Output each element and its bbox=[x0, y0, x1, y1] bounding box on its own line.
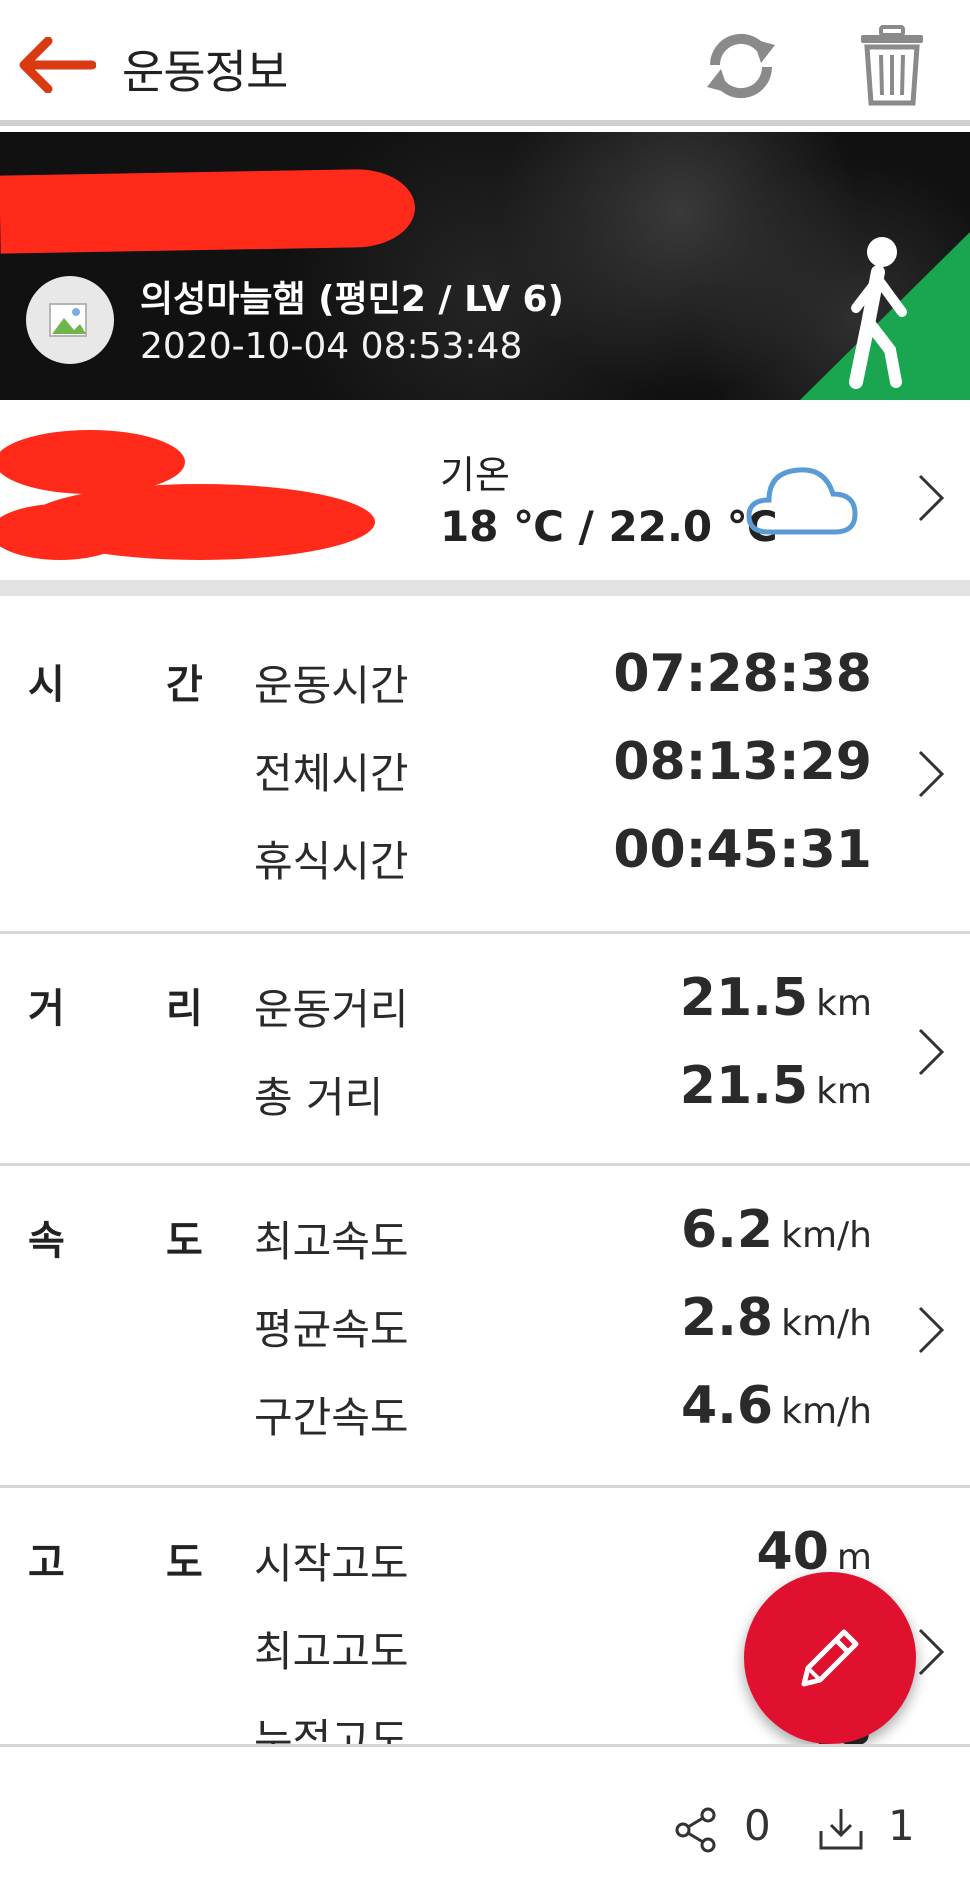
row-value: 2.8 km/h bbox=[681, 1288, 872, 1348]
avatar[interactable] bbox=[26, 276, 114, 364]
row-value: 21.5 km bbox=[679, 1056, 872, 1116]
row-value: 08:13:29 bbox=[613, 732, 872, 792]
activity-banner: 의성마늘햄 (평민2 / LV 6) 2020-10-04 08:53:48 bbox=[0, 132, 970, 400]
row-label: 최고속도 bbox=[254, 1217, 409, 1266]
refresh-button[interactable] bbox=[700, 28, 782, 104]
speed-section[interactable]: 속 도 최고속도 6.2 km/h 평균속도 2.8 km/h 구간속도 4.6 km… bbox=[0, 1166, 970, 1488]
download-count: 1 bbox=[888, 1801, 915, 1850]
row-label: 평균속도 bbox=[254, 1305, 409, 1354]
row-label: 구간속도 bbox=[254, 1393, 409, 1442]
share-count: 0 bbox=[744, 1801, 771, 1850]
section-category: 속 bbox=[28, 1218, 65, 1264]
redaction-mark bbox=[0, 430, 375, 560]
image-placeholder-icon bbox=[49, 303, 87, 337]
row-label: 총 거리 bbox=[254, 1073, 384, 1122]
section-category: 시 bbox=[28, 662, 65, 708]
delete-button[interactable] bbox=[854, 22, 930, 110]
page-title: 운동정보 bbox=[122, 45, 288, 99]
redaction-mark bbox=[0, 168, 416, 254]
edit-button[interactable] bbox=[744, 1572, 916, 1744]
section-category: 거 bbox=[28, 986, 65, 1032]
back-button[interactable] bbox=[18, 30, 98, 100]
section-category: 리 bbox=[166, 986, 203, 1032]
section-category: 간 bbox=[166, 662, 203, 708]
chevron-right-icon[interactable] bbox=[914, 1026, 948, 1078]
row-label: 최고고도 bbox=[254, 1627, 409, 1676]
walking-icon bbox=[800, 232, 970, 400]
section-category: 도 bbox=[166, 1218, 203, 1264]
activity-date: 2020-10-04 08:53:48 bbox=[140, 326, 523, 367]
app-bar: 운동정보 bbox=[0, 0, 970, 126]
share-icon[interactable] bbox=[674, 1807, 718, 1853]
row-label: 휴식시간 bbox=[254, 837, 409, 886]
row-value: 4.6 km/h bbox=[681, 1376, 872, 1436]
user-name: 의성마늘햄 (평민2 / LV 6) bbox=[140, 279, 564, 320]
weather-row[interactable]: 기온 18 ℃ / 22.0 ℃ bbox=[0, 400, 970, 596]
chevron-right-icon[interactable] bbox=[914, 1626, 948, 1678]
row-value: 21.5 km bbox=[679, 968, 872, 1028]
bottom-bar: 0 1 bbox=[0, 1744, 970, 1893]
row-label: 운동시간 bbox=[254, 661, 409, 710]
pencil-icon bbox=[801, 1629, 859, 1687]
distance-section[interactable]: 거 리 운동거리 21.5 km 총 거리 21.5 km bbox=[0, 934, 970, 1166]
chevron-right-icon[interactable] bbox=[914, 472, 948, 524]
row-label: 전체시간 bbox=[254, 749, 409, 798]
cloud-icon bbox=[746, 467, 858, 535]
trash-icon bbox=[861, 25, 923, 106]
temperature-value: 18 ℃ / 22.0 ℃ bbox=[440, 502, 778, 551]
refresh-icon bbox=[707, 33, 775, 99]
row-value: 07:28:38 bbox=[613, 644, 872, 704]
row-value: 6.2 km/h bbox=[681, 1200, 872, 1260]
row-label: 누적고도 bbox=[254, 1715, 409, 1744]
arrow-left-icon bbox=[19, 37, 96, 93]
temperature-label: 기온 bbox=[440, 453, 510, 497]
row-label: 운동거리 bbox=[254, 985, 409, 1034]
time-section[interactable]: 시 간 운동시간 07:28:38 전체시간 08:13:29 휴식시간 00:… bbox=[0, 612, 970, 934]
download-icon[interactable] bbox=[818, 1807, 864, 1851]
section-category: 고 bbox=[28, 1540, 65, 1586]
row-value: 00:45:31 bbox=[613, 820, 872, 880]
section-category: 도 bbox=[166, 1540, 203, 1586]
row-label: 시작고도 bbox=[254, 1539, 409, 1588]
chevron-right-icon[interactable] bbox=[914, 1304, 948, 1356]
chevron-right-icon[interactable] bbox=[914, 748, 948, 800]
